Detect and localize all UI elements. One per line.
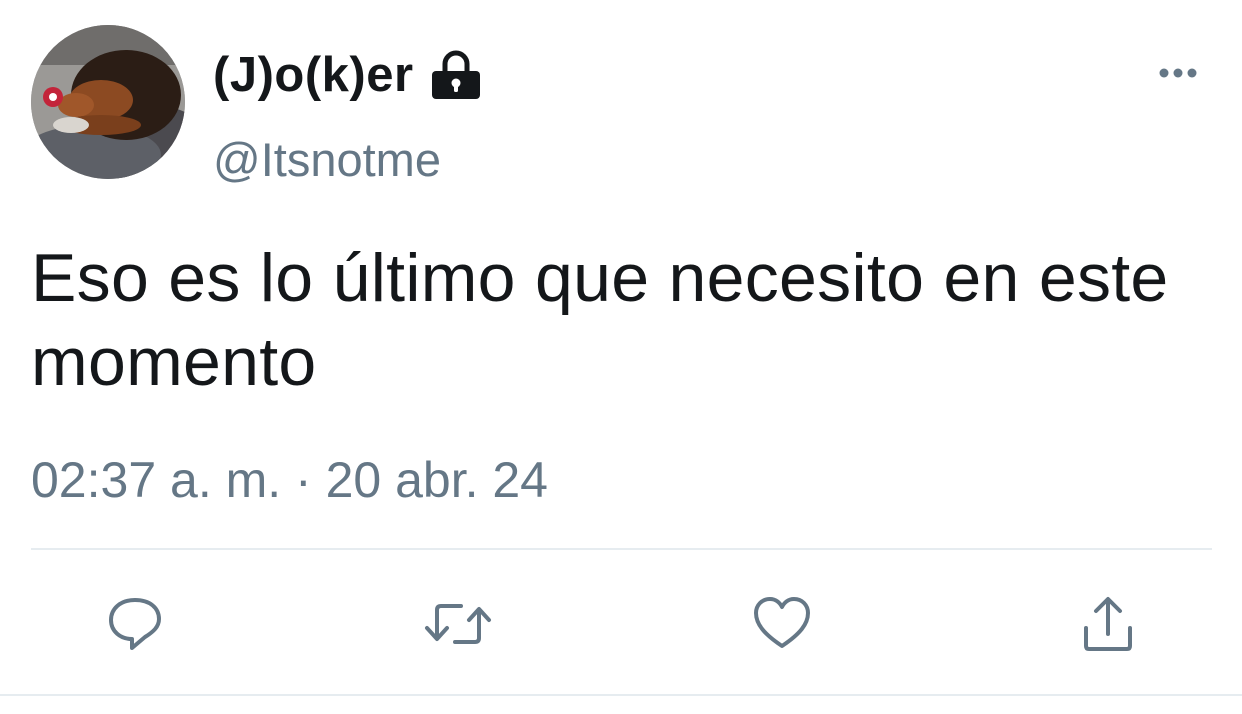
action-bar	[0, 590, 1242, 658]
tweet-text: Eso es lo último que necesito en este mo…	[31, 240, 1169, 400]
retweet-button[interactable]	[424, 590, 492, 658]
like-button[interactable]	[748, 590, 816, 658]
more-horizontal-icon[interactable]	[1154, 58, 1202, 88]
reply-icon	[105, 594, 165, 654]
timestamp[interactable]: 02:37 a. m. · 20 abr. 24	[31, 451, 548, 509]
retweet-icon	[423, 594, 493, 654]
divider	[0, 694, 1242, 696]
tweet-card: (J)o(k)er @Itsnotme Eso es lo último que…	[0, 0, 1242, 714]
lock-icon	[428, 47, 484, 103]
author-row: (J)o(k)er	[213, 42, 484, 108]
display-name[interactable]: (J)o(k)er	[213, 47, 414, 103]
share-icon	[1078, 594, 1138, 654]
avatar[interactable]	[31, 25, 185, 179]
user-handle[interactable]: @Itsnotme	[213, 132, 441, 187]
divider	[31, 548, 1212, 550]
share-button[interactable]	[1074, 590, 1142, 658]
heart-icon	[752, 594, 812, 654]
reply-button[interactable]	[101, 590, 169, 658]
